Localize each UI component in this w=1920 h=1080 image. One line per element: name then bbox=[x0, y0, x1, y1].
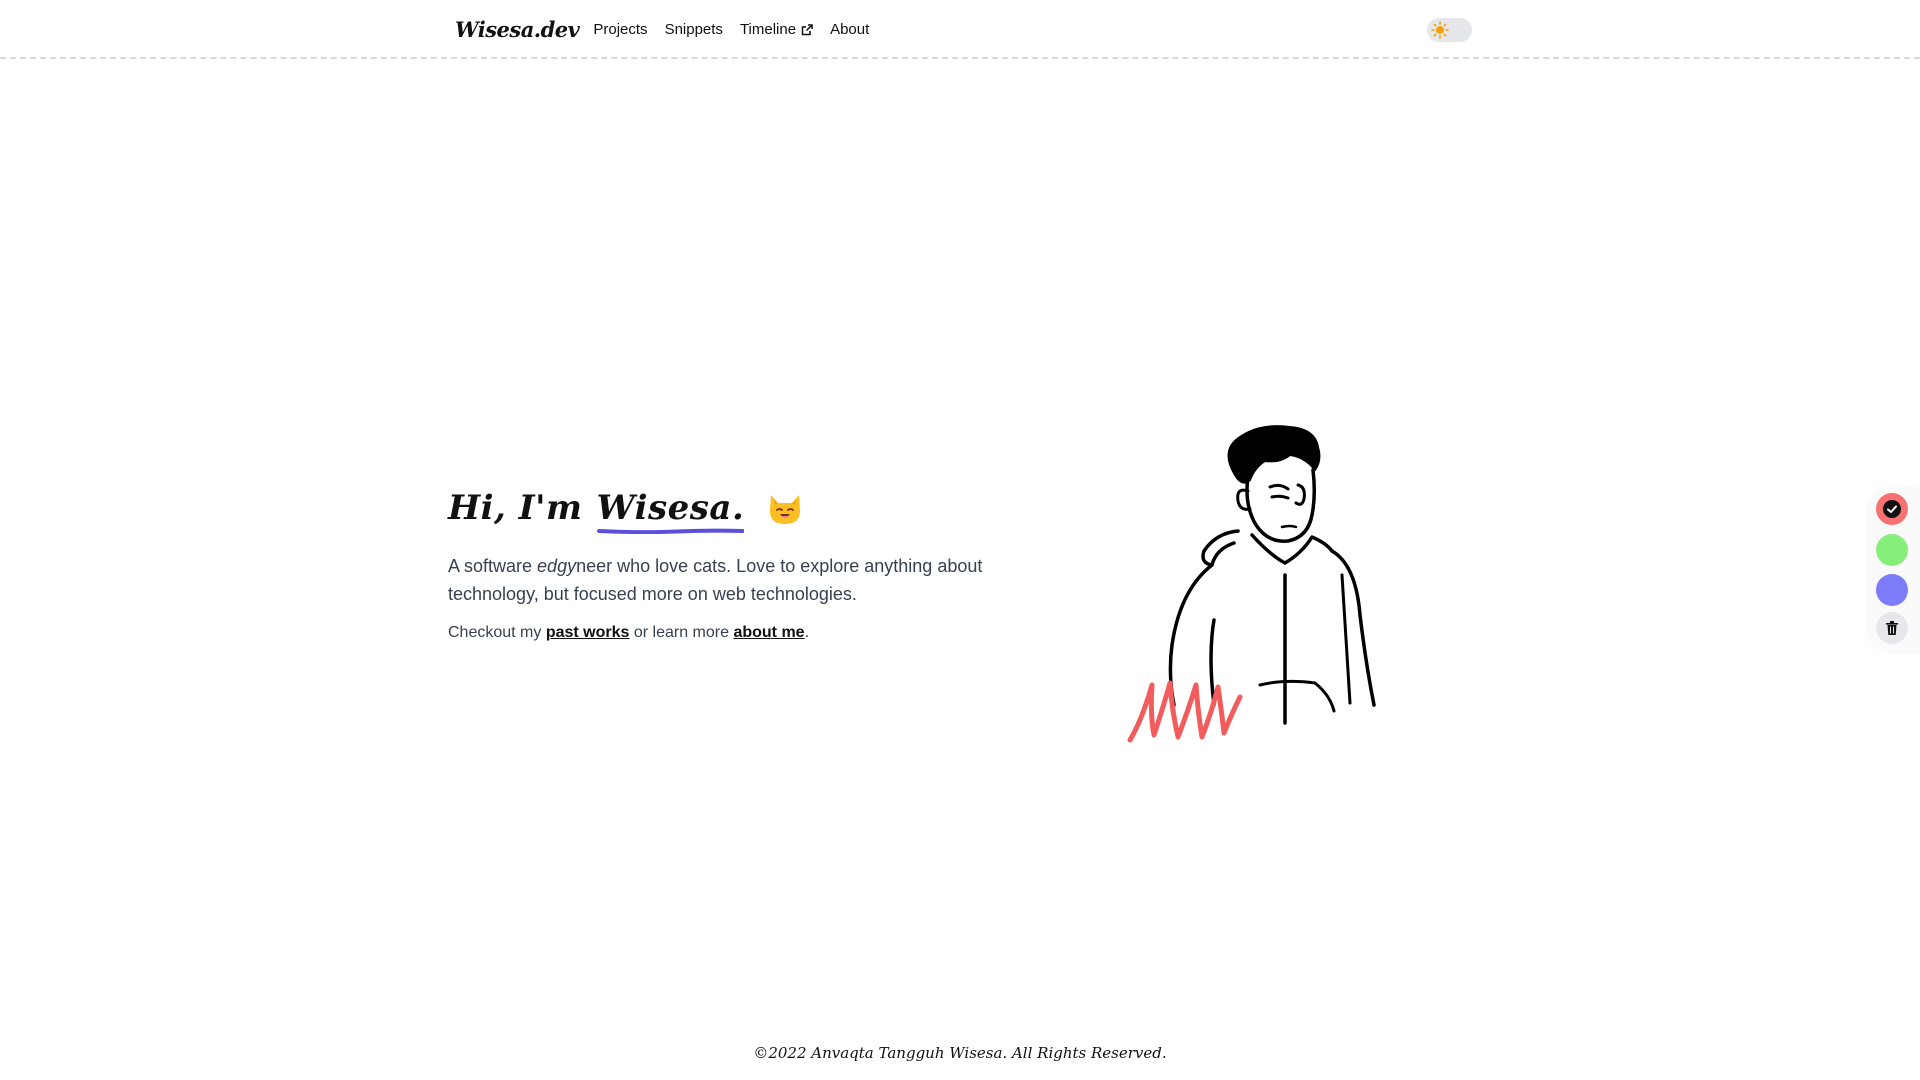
cat-face-icon bbox=[766, 489, 804, 527]
cta-prefix: Checkout my bbox=[448, 624, 546, 641]
about-me-link[interactable]: about me bbox=[733, 624, 804, 641]
nav-link-about[interactable]: About bbox=[830, 21, 869, 38]
illustration-hood bbox=[1201, 529, 1240, 567]
nav-link-snippets[interactable]: Snippets bbox=[665, 21, 723, 38]
hero-illustration bbox=[1127, 425, 1376, 743]
illustration-arm-left bbox=[1209, 618, 1216, 707]
check-icon bbox=[1883, 500, 1901, 518]
desc-part-1: A software bbox=[448, 556, 538, 576]
clear-drawing-button[interactable] bbox=[1876, 612, 1908, 644]
color-swatch-blue[interactable] bbox=[1876, 574, 1908, 606]
nav-link-projects[interactable]: Projects bbox=[593, 21, 647, 38]
name-underline-decoration bbox=[596, 528, 745, 534]
nav-link-timeline[interactable]: Timeline bbox=[740, 21, 813, 38]
past-works-link[interactable]: past works bbox=[546, 624, 630, 641]
desc-emphasis: edgy bbox=[537, 556, 577, 576]
brand-logo-link[interactable]: Wisesa.dev bbox=[455, 17, 580, 42]
illustration-eye bbox=[1270, 494, 1290, 500]
illustration-brow bbox=[1268, 483, 1290, 491]
hero-name-text: Wisesa. bbox=[596, 488, 745, 528]
sun-icon bbox=[1431, 21, 1449, 39]
illustration-hair bbox=[1227, 425, 1321, 484]
hero-name: Wisesa. bbox=[596, 488, 745, 534]
color-swatch-red[interactable] bbox=[1876, 493, 1908, 525]
illustration-face bbox=[1245, 468, 1317, 543]
cta-middle: or learn more bbox=[629, 624, 734, 641]
nav-link-timeline-label: Timeline bbox=[739, 21, 797, 38]
illustration-scribble bbox=[1127, 680, 1243, 743]
illustration-body-right bbox=[1330, 549, 1376, 707]
illustration-pocket bbox=[1258, 679, 1336, 713]
external-link-icon bbox=[801, 23, 813, 36]
drawing-palette bbox=[1867, 488, 1919, 652]
illustration-body-left bbox=[1168, 563, 1214, 707]
cta-suffix: . bbox=[804, 624, 810, 641]
hero-title: Hi, I'm Wisesa. bbox=[448, 488, 804, 534]
illustration-mouth bbox=[1280, 524, 1298, 529]
hero-description: A software edgyneer who love cats. Love … bbox=[448, 552, 988, 608]
color-swatch-green[interactable] bbox=[1876, 534, 1908, 566]
illustration-arm-right bbox=[1340, 573, 1352, 705]
theme-toggle[interactable] bbox=[1427, 18, 1472, 42]
main-nav: Wisesa.dev Projects Snippets Timeline Ab… bbox=[455, 0, 886, 59]
trash-icon bbox=[1886, 621, 1898, 635]
illustration-eye-right bbox=[1294, 483, 1306, 506]
site-header: Wisesa.dev Projects Snippets Timeline Ab… bbox=[0, 0, 1920, 59]
footer-copyright: ©2022 Anvaqta Tangguh Wisesa. All Rights… bbox=[753, 1044, 1167, 1062]
hero-cta: Checkout my past works or learn more abo… bbox=[448, 624, 809, 642]
hero-greeting: Hi, I'm bbox=[448, 488, 583, 528]
